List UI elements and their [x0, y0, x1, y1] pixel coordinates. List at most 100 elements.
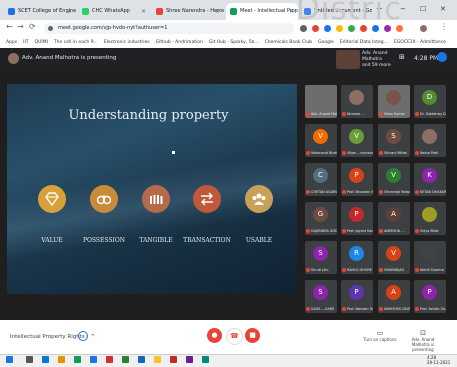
bookmark-item[interactable]: EGOCE19 - Admittance [394, 40, 446, 45]
app-icon[interactable] [106, 356, 113, 363]
leave-call-button[interactable]: ☎ [226, 328, 243, 345]
extension-icon[interactable] [348, 25, 355, 32]
participant-tile[interactable]: Vidya Bhat [414, 202, 446, 235]
account-icon[interactable] [437, 52, 447, 62]
windows-start-icon[interactable] [6, 356, 13, 363]
reload-icon[interactable]: ⟳ [29, 22, 36, 31]
explorer-icon[interactable] [58, 356, 65, 363]
tab-close-icon[interactable]: × [289, 3, 294, 20]
extension-icon[interactable] [324, 25, 331, 32]
participant-tile[interactable]: A ANEESHA ... [378, 202, 410, 235]
maximize-icon[interactable]: ☐ [420, 5, 426, 13]
app-icon[interactable] [90, 356, 97, 363]
browser-tab[interactable]: SCET College of Engineering &amp;× [4, 3, 76, 20]
participant-tile[interactable]: P Prof. Ashish Go... [414, 280, 446, 313]
camera-off-button[interactable]: ■ [245, 328, 260, 343]
participant-tile[interactable]: S SAHIL ...KARE [305, 280, 337, 313]
mic-off-button[interactable]: ● [207, 328, 222, 343]
extension-icon[interactable] [384, 25, 391, 32]
participant-tile[interactable]: A ABHISHEK DIVE... [378, 280, 410, 313]
back-icon[interactable]: ← [6, 22, 13, 31]
participant-tile[interactable]: V Vikramaji Yadav [378, 163, 410, 196]
participant-tile[interactable]: D Dr. Dattatray Dh... [414, 85, 446, 118]
chrome-icon[interactable] [154, 356, 161, 363]
layout-icon[interactable]: ⊞ [399, 53, 405, 61]
bookmark-item[interactable]: The cell in each 9... [54, 40, 98, 45]
present-icon: ⊡ [420, 329, 426, 337]
participant-tile[interactable]: P Prof. Bhushan Be... [341, 163, 373, 196]
participant-name: Vikas Kumar [384, 112, 405, 116]
participant-avatar: S [313, 246, 328, 261]
participant-tile[interactable]: V Vikas ...mohanram [341, 124, 373, 157]
close-icon[interactable]: ✕ [440, 5, 446, 13]
participant-name-row: Prof. Ashish Go... [415, 307, 446, 311]
app-icon[interactable] [122, 356, 129, 363]
participant-tile[interactable]: S Shruti Jain [305, 241, 337, 274]
extension-icon[interactable] [372, 25, 379, 32]
participant-name: Nirmala ... [347, 112, 365, 116]
participant-tile[interactable]: C CHETAN AGARWAL [305, 163, 337, 196]
search-icon[interactable] [26, 356, 33, 363]
forward-icon[interactable]: → [17, 22, 24, 31]
address-bar[interactable]: meet.google.com/vjp-hvdo-nyt?authuser=1 [44, 23, 294, 34]
browser-tab[interactable]: Meet - Intellectual Property× [226, 3, 298, 20]
slide-item-label: USABLE [245, 237, 273, 244]
app-icon[interactable] [202, 356, 209, 363]
participant-name-row: KETAN DHAKAR [415, 190, 446, 194]
app-icon[interactable] [186, 356, 193, 363]
participant-tile[interactable]: P Prof. Nandan Ru... [341, 280, 373, 313]
captions-button[interactable]: ▭ Turn on captions [362, 329, 398, 342]
app-icon[interactable] [74, 356, 81, 363]
chevron-up-icon[interactable]: ^ [91, 334, 96, 340]
bookmark-item[interactable]: IIT [23, 40, 28, 45]
participant-tile[interactable]: Adv. Anand Malhotra [305, 85, 337, 118]
participant-name: Prof. Jayant Kadam [347, 229, 373, 233]
extension-icon[interactable] [360, 25, 367, 32]
participant-name-row: Vidya Bhat [415, 229, 446, 233]
bookmark-item[interactable]: Google [318, 40, 334, 45]
slide-item-circle [193, 185, 221, 213]
participant-tile[interactable]: S Shivani Mittal [378, 124, 410, 157]
tab-close-icon[interactable]: × [141, 3, 146, 20]
participant-tile[interactable]: V VINAYAKJAG [378, 241, 410, 274]
taskview-icon[interactable] [42, 356, 49, 363]
minimize-icon[interactable]: − [400, 5, 406, 13]
bookmark-item[interactable]: Chemicals Book Club [265, 40, 312, 45]
participant-name: Adv. Anand Malhotra [311, 112, 337, 116]
extension-icon[interactable] [396, 25, 403, 32]
bookmark-item[interactable]: Electronic industries [104, 40, 150, 45]
bookmark-item[interactable]: QUIMI [35, 40, 48, 45]
profile-avatar[interactable] [420, 25, 427, 32]
participant-tile[interactable]: G GAJENDRA GODBOLE [305, 202, 337, 235]
participant-name-row: Prof. Bhushan Be... [342, 190, 373, 194]
participant-tile[interactable]: R RAHUL DHORE [341, 241, 373, 274]
participant-tile[interactable]: K KETAN DHAKAR [414, 163, 446, 196]
tab-close-icon[interactable]: × [67, 3, 72, 20]
participant-avatar: A [386, 285, 401, 300]
participant-avatar: S [313, 285, 328, 300]
star-icon[interactable] [300, 25, 307, 32]
self-thumbnail[interactable] [336, 50, 360, 69]
present-button[interactable]: ⊡ Adv. Anand Malhotra is presenting [405, 329, 441, 352]
app-icon[interactable] [170, 356, 177, 363]
app-icon[interactable] [138, 356, 145, 363]
bookmark-item[interactable]: Apps [6, 40, 17, 45]
participant-tile[interactable]: P Prof. Jayant Kadam [341, 202, 373, 235]
participant-tile[interactable]: Nirmala ... [341, 85, 373, 118]
clock: 4:28 PM [414, 55, 439, 62]
participant-name-row: Vikramaji Yadav [379, 190, 410, 194]
browser-tab[interactable]: Shree Narendra - Heroes with× [152, 3, 224, 20]
participant-tile[interactable]: Nikhil Sharma [414, 241, 446, 274]
extension-icon[interactable] [336, 25, 343, 32]
participant-name-row: Vikas ...mohanram [342, 151, 373, 155]
bookmark-item[interactable]: Git Hub - Sparky, 5b... [209, 40, 259, 45]
participant-tile[interactable]: V Vedanand Bhatt [305, 124, 337, 157]
participant-tile[interactable]: Naina Patil [414, 124, 446, 157]
tab-close-icon[interactable]: × [215, 3, 220, 20]
extension-icon[interactable] [312, 25, 319, 32]
participant-tile[interactable]: Vikas Kumar [378, 85, 410, 118]
menu-icon[interactable]: ⋮ [440, 22, 448, 31]
bookmark-item[interactable]: Github - Andrimation [156, 40, 203, 45]
bookmark-item[interactable]: Editorial Data Integ... [340, 40, 388, 45]
browser-tab[interactable]: CHC WhatsApp × [78, 3, 150, 20]
